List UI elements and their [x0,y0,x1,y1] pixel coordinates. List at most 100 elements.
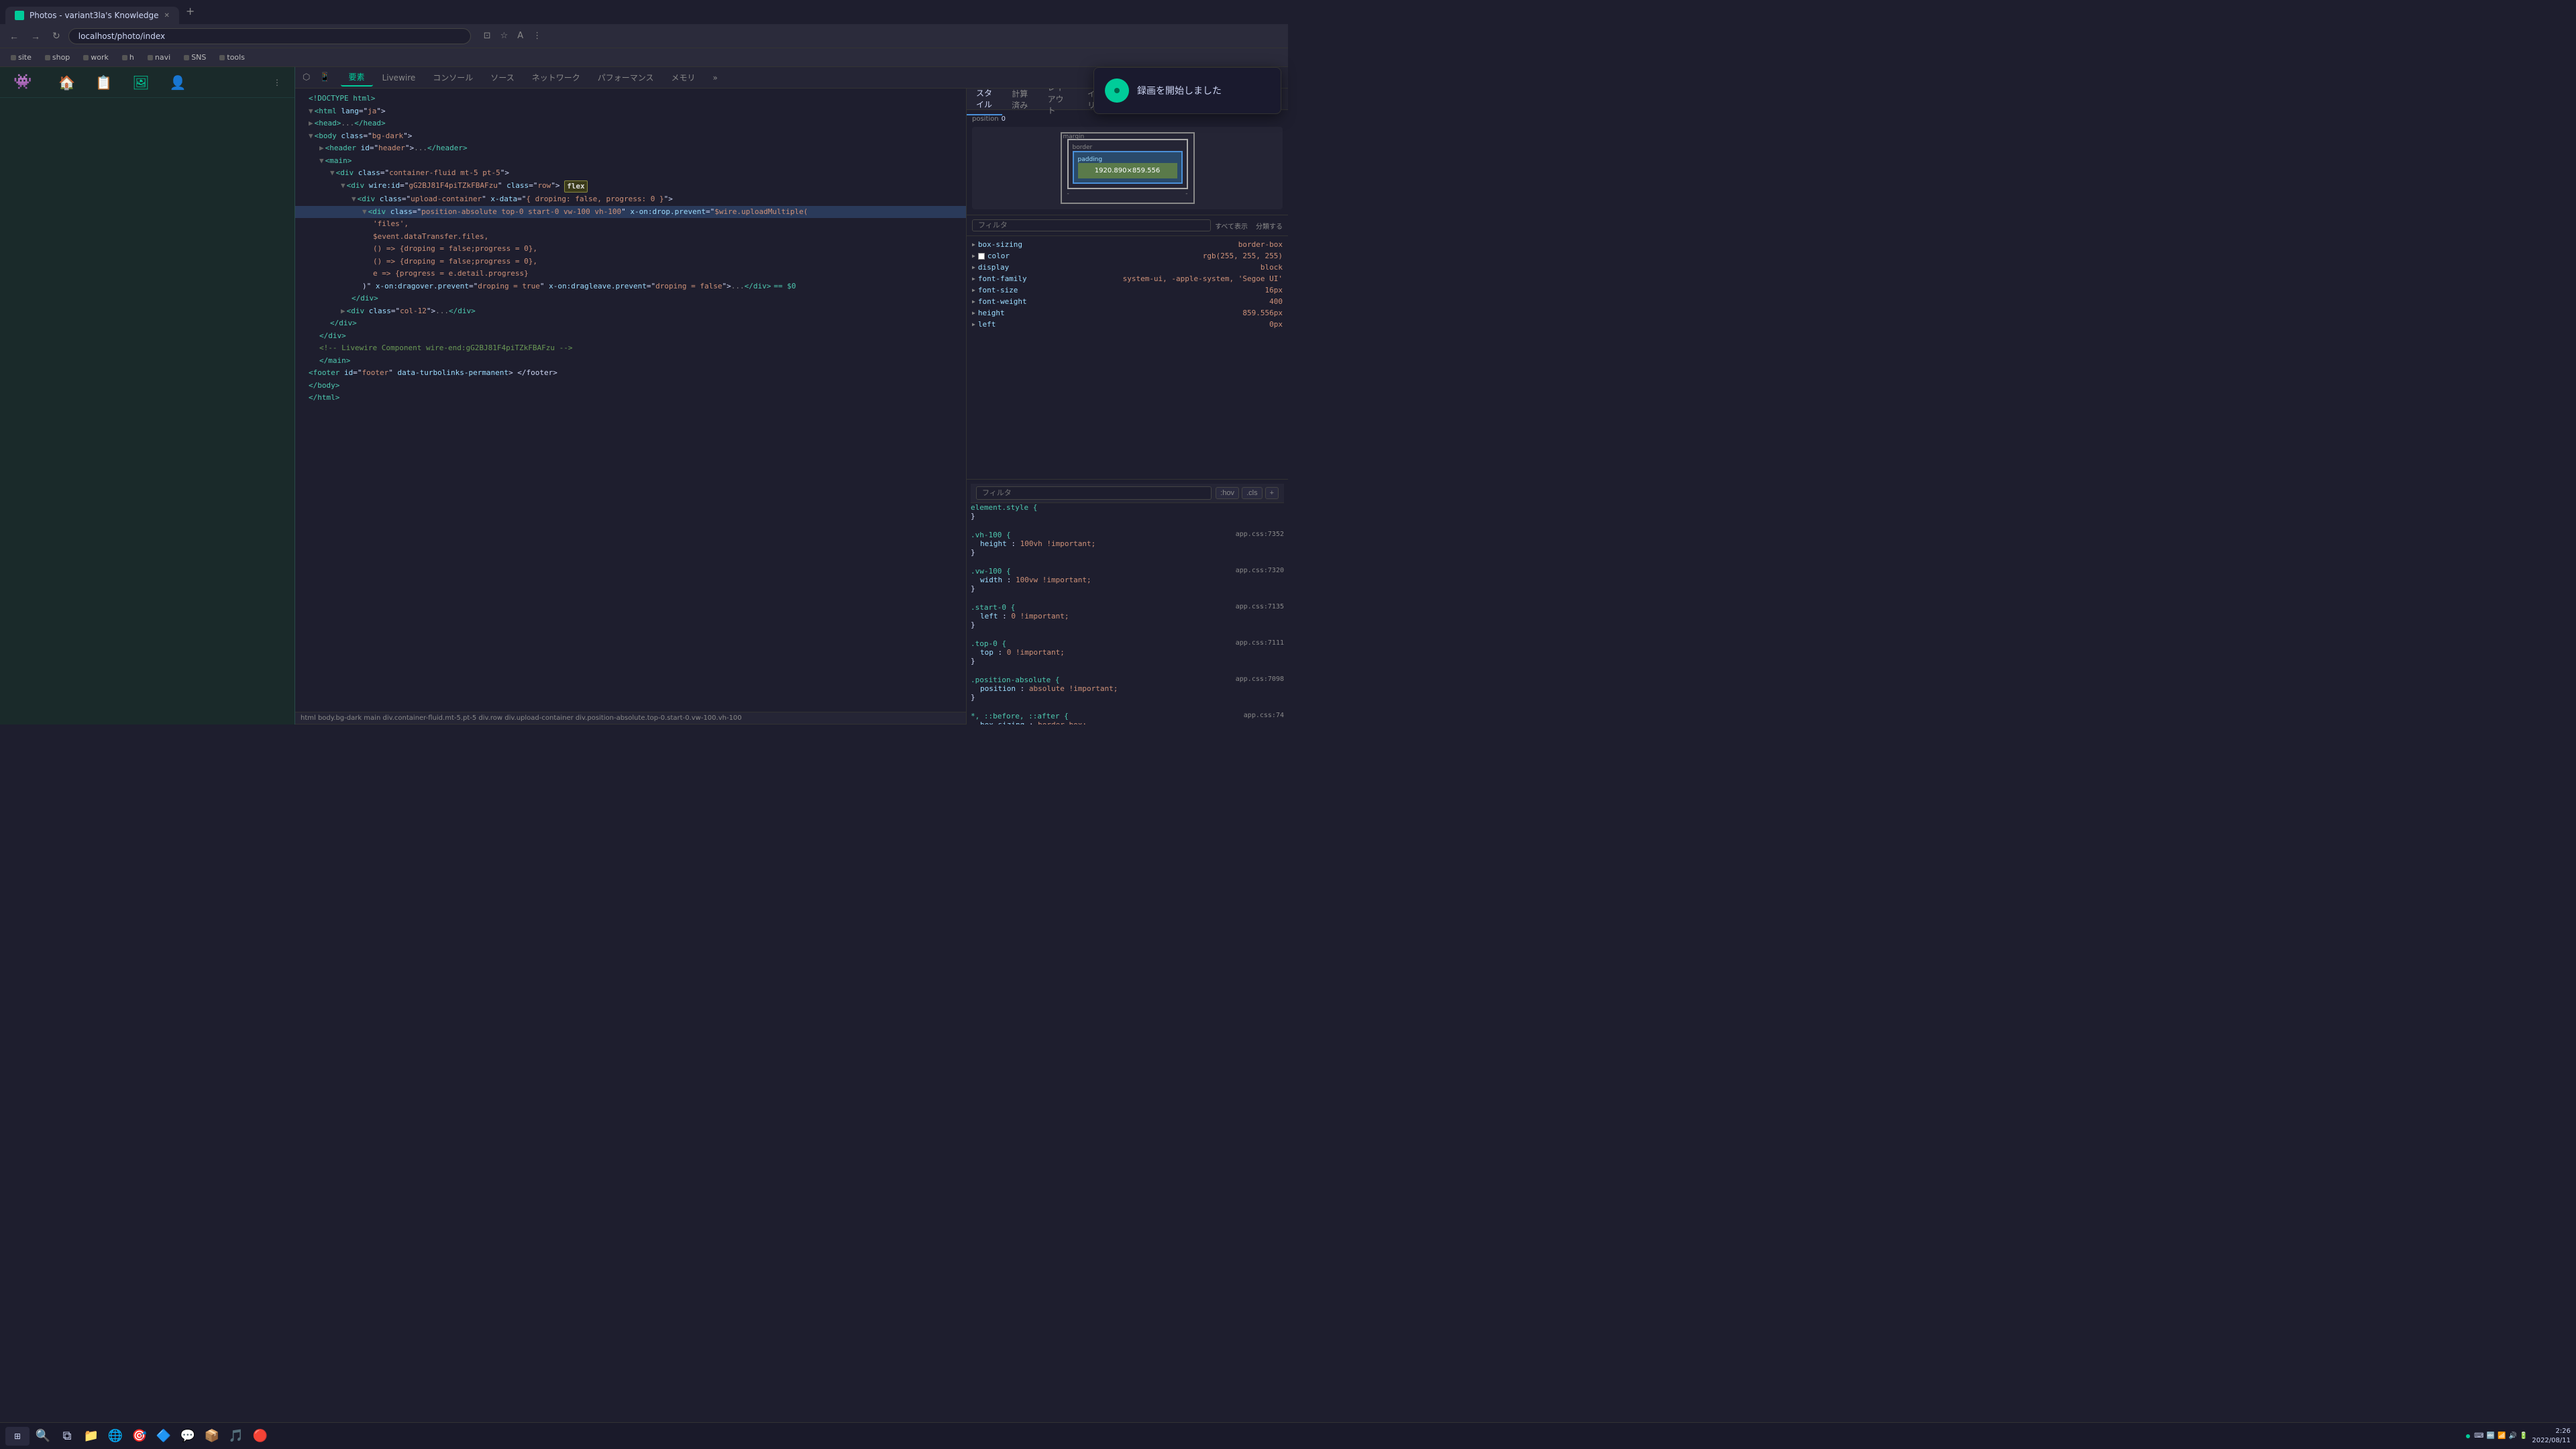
expand-icon[interactable]: ▼ [330,168,335,179]
computed-item-box-sizing[interactable]: ▶ box-sizing border-box [972,239,1283,250]
battery-icon[interactable]: 🔋 [2520,1432,2528,1440]
expand-icon[interactable]: ▼ [309,131,313,142]
computed-item-left[interactable]: ▶ left 0px [972,319,1283,330]
bookmark-h[interactable]: h [117,52,140,63]
tab-livewire[interactable]: Livewire [374,70,424,85]
expand-icon[interactable]: ▼ [341,180,345,192]
tab-network[interactable]: ネットワーク [524,69,588,86]
address-bar[interactable]: localhost/photo/index [68,28,471,44]
tab-console[interactable]: コンソール [425,69,481,86]
expand-icon[interactable]: ▼ [319,156,324,167]
refresh-button[interactable]: ↻ [48,28,64,44]
back-button[interactable]: ← [5,28,23,44]
bookmark-sns[interactable]: SNS [178,52,211,63]
tab-elements[interactable]: 要素 [341,68,373,87]
new-tab-button[interactable]: + [179,1,201,21]
inspect-icon[interactable]: ⬡ [299,70,313,85]
taskbar-browser-icon[interactable]: 🌐 [105,1426,126,1447]
html-line[interactable]: ▼ <div wire:id =" gG2BJ81F4piTZkFBAFzu "… [295,180,966,194]
group-label[interactable]: 分類する [1256,221,1283,231]
navigation-bar: ← → ↻ localhost/photo/index ⊡ ☆ A ⋮ [0,24,1288,48]
wifi-icon[interactable]: 📶 [2498,1432,2506,1440]
computed-item-font-weight[interactable]: ▶ font-weight 400 [972,296,1283,307]
property-value: 400 [1269,297,1283,306]
profile-icon[interactable]: A [514,29,527,43]
styles-filter-input[interactable] [976,486,1212,500]
start-button[interactable]: ⊞ [5,1427,30,1446]
cls-button[interactable]: .cls [1242,487,1263,499]
active-tab[interactable]: Photos - variant3la's Knowledge ✕ [5,7,179,24]
bookmark-work[interactable]: work [78,52,114,63]
taskbar-explorer-icon[interactable]: 📁 [80,1426,102,1447]
tab-close-button[interactable]: ✕ [164,12,169,19]
expand-icon[interactable]: ▼ [309,106,313,117]
app-more-icon[interactable]: ⋮ [273,78,281,87]
taskbar-app3-icon[interactable]: 💬 [177,1426,199,1447]
sound-icon[interactable]: 🔊 [2508,1432,2516,1440]
photo-app: 👾 🏠 📋 🖼 👤 ⋮ [0,67,295,724]
tab-sources[interactable]: ソース [482,69,522,86]
tab-performance[interactable]: パフォーマンス [590,69,662,86]
html-line: <!DOCTYPE html> [295,93,966,105]
tab-memory[interactable]: メモリ [663,69,703,86]
bookmark-site[interactable]: site [5,52,37,63]
html-line[interactable]: )" x-on:dragover.prevent =" droping = tr… [295,280,966,293]
html-line[interactable]: ▶ <div class =" col-12 "> ... </div> [295,305,966,318]
expand-icon[interactable]: ▼ [352,194,356,205]
expand-icon[interactable]: ▶ [309,118,313,129]
computed-item-color[interactable]: ▶ color rgb(255, 255, 255) [972,250,1283,262]
tab-more[interactable]: » [705,70,726,85]
menu-icon[interactable]: ⋮ [529,29,545,43]
taskbar-app2-icon[interactable]: 🔷 [153,1426,174,1447]
html-line[interactable]: ▼ <div class =" upload-container " x-dat… [295,193,966,206]
tab-bar: Photos - variant3la's Knowledge ✕ + [0,0,1288,24]
record-svg-icon [1110,84,1124,97]
expand-triangle-icon: ▶ [972,241,975,248]
hov-button[interactable]: :hov [1216,487,1239,499]
forward-button[interactable]: → [27,28,44,44]
html-line[interactable]: ▶ <header id =" header "> ... </header> [295,142,966,155]
taskbar-app1-icon[interactable]: 🎯 [129,1426,150,1447]
keyboard-icon[interactable]: ⌨ [2474,1432,2483,1440]
star-icon[interactable]: ☆ [497,29,512,43]
style-rule-top0: .top-0 { app.css:7111 top : 0 !important… [971,639,1284,665]
system-clock[interactable]: 2:26 2022/08/11 [2532,1427,2571,1446]
tab-favicon [15,11,24,20]
expand-icon[interactable]: ▶ [319,143,324,154]
computed-item-display[interactable]: ▶ display block [972,262,1283,273]
html-line[interactable]: ▼ <main> [295,155,966,168]
device-icon[interactable]: 📱 [316,70,333,85]
html-line[interactable]: ▼ <body class =" bg-dark "> [295,130,966,143]
photo-nav-icon[interactable]: 🖼 [132,74,149,91]
taskbar-app6-icon[interactable]: 🔴 [250,1426,271,1447]
html-line[interactable]: ▶ <head> ... </head> [295,117,966,130]
home-nav-icon[interactable]: 🏠 [58,74,75,91]
html-content[interactable]: <!DOCTYPE html> ▼ <html lang =" ja "> ▶ [295,89,966,712]
selected-html-line[interactable]: ▼ <div class =" position-absolute top-0 … [295,206,966,219]
computed-item-font-family[interactable]: ▶ font-family system-ui, -apple-system, … [972,273,1283,284]
taskbar-app4-icon[interactable]: 📦 [201,1426,223,1447]
expand-icon[interactable]: ▶ [341,306,345,317]
html-line[interactable]: ▼ <html lang =" ja "> [295,105,966,118]
bookmark-tools[interactable]: tools [214,52,250,63]
add-style-button[interactable]: + [1265,487,1279,499]
extensions-icon[interactable]: ⊡ [480,29,494,43]
bookmark-shop[interactable]: shop [40,52,75,63]
property-key: ▶ color [972,252,1010,260]
taskbar-search-icon[interactable]: 🔍 [32,1426,54,1447]
padding-box: padding 1920.890×859.556 [1073,151,1183,184]
bookmark-navi[interactable]: navi [142,52,176,63]
text-icon[interactable]: 🔤 [2487,1432,2495,1440]
computed-item-height[interactable]: ▶ height 859.556px [972,307,1283,319]
taskbar-task-view-icon[interactable]: ⧉ [56,1426,78,1447]
user-nav-icon[interactable]: 👤 [170,74,186,91]
html-line[interactable]: ▼ <div class =" container-fluid mt-5 pt-… [295,167,966,180]
computed-item-font-size[interactable]: ▶ font-size 16px [972,284,1283,296]
computed-filter-input[interactable] [972,219,1211,231]
show-all-label[interactable]: すべて表示 [1215,221,1248,231]
table-nav-icon[interactable]: 📋 [95,74,112,91]
time-display: 2:26 [2532,1427,2571,1436]
expand-icon[interactable]: ▼ [362,207,367,218]
html-line[interactable]: </div> [295,292,966,305]
taskbar-app5-icon[interactable]: 🎵 [225,1426,247,1447]
